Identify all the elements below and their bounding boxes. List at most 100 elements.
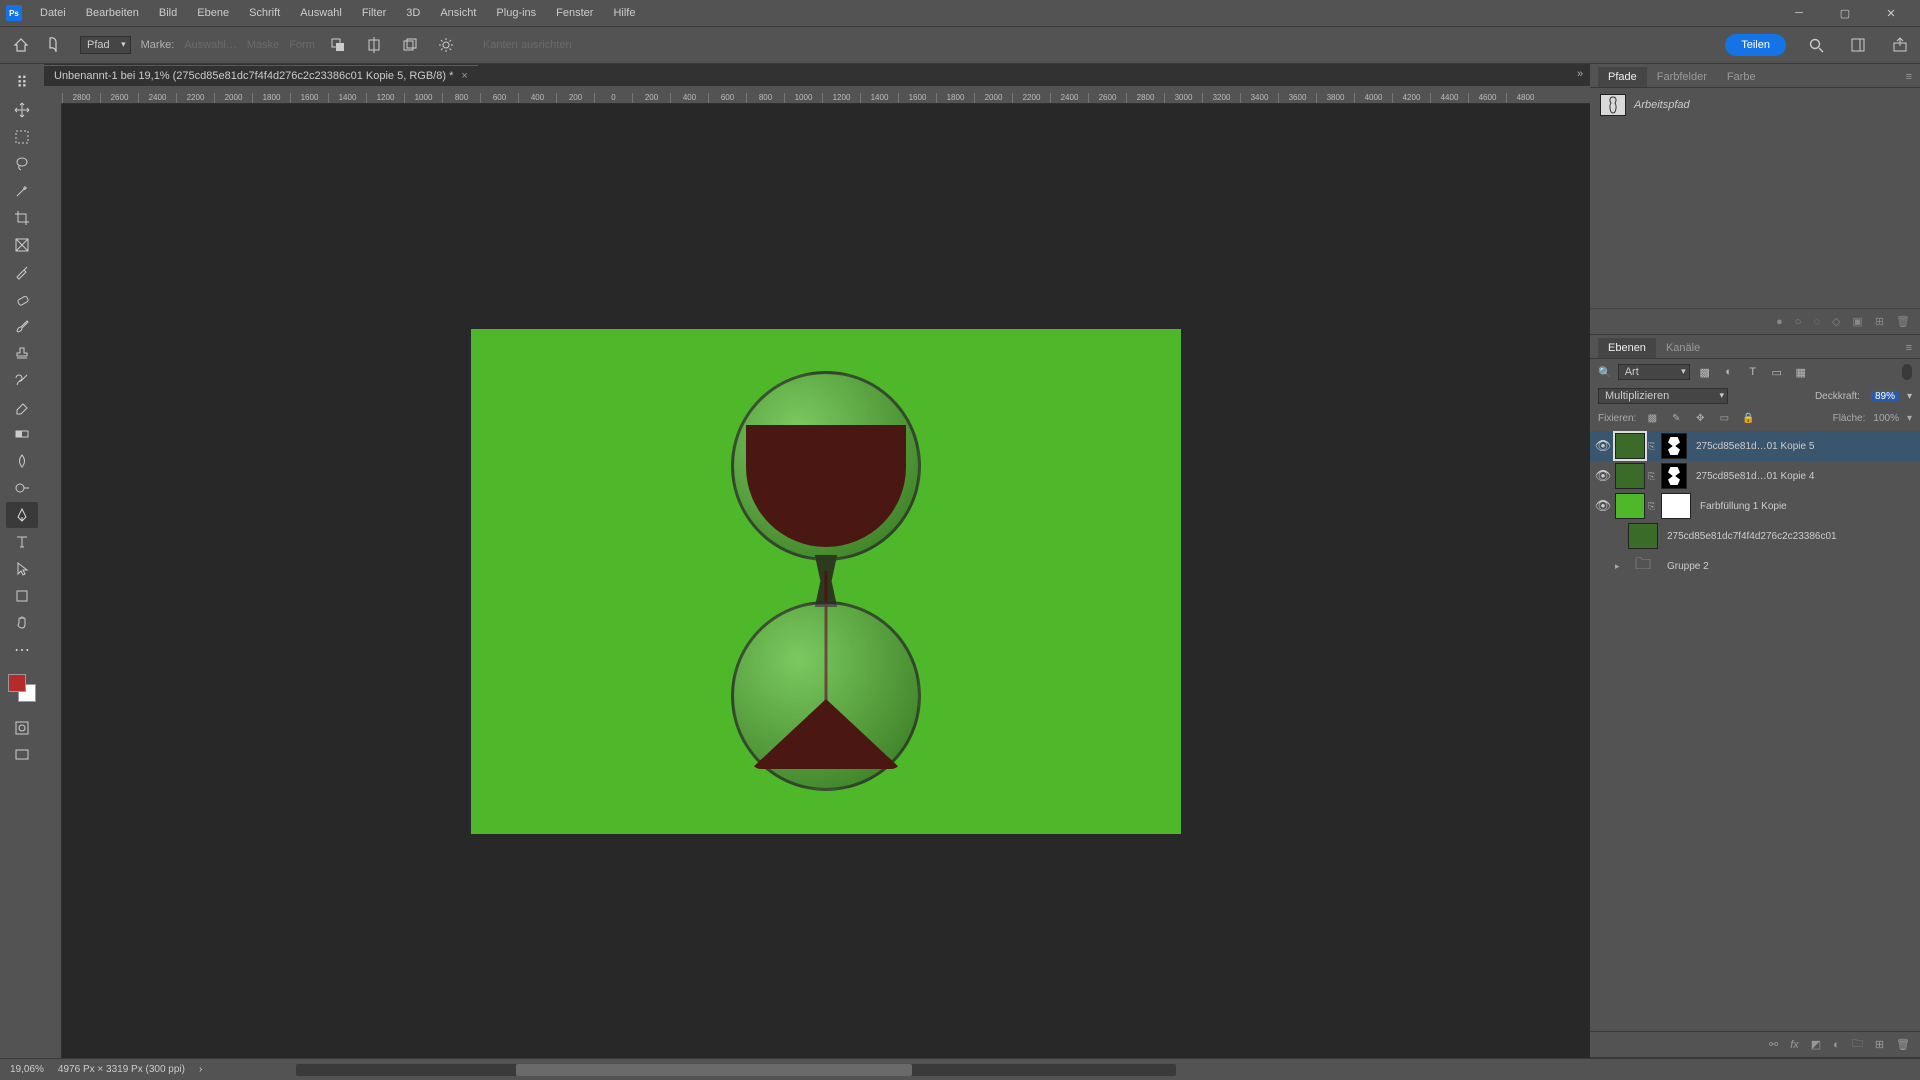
collapse-panels-icon[interactable]: » [1570, 64, 1590, 84]
link-icon[interactable]: ⎘ [1648, 441, 1658, 452]
menu-hilfe[interactable]: Hilfe [603, 3, 645, 23]
fill-value[interactable]: 100% [1873, 413, 1899, 424]
layer-name[interactable]: 275cd85e81d…01 Kopie 5 [1690, 441, 1916, 452]
pen-tool[interactable] [6, 502, 38, 528]
crop-tool[interactable] [6, 205, 38, 231]
lock-all-icon[interactable]: 🔒 [1740, 410, 1756, 426]
move-tool[interactable] [6, 97, 38, 123]
align-edges-checkbox[interactable]: Kanten ausrichten [483, 39, 572, 51]
lock-artboard-icon[interactable]: ▭ [1716, 410, 1732, 426]
dodge-tool[interactable] [6, 475, 38, 501]
fill-label[interactable]: Fläche: [1833, 413, 1866, 424]
workspaces-icon[interactable] [1846, 33, 1870, 57]
type-tool[interactable] [6, 529, 38, 555]
make-selection-button[interactable]: Auswahl… [184, 39, 237, 51]
more-tools-icon[interactable]: ⋯ [6, 637, 38, 663]
gradient-tool[interactable] [6, 421, 38, 447]
path-select-tool[interactable] [6, 556, 38, 582]
tab-farbfelder[interactable]: Farbfelder [1647, 67, 1717, 87]
visibility-toggle[interactable]: 👁 [1594, 528, 1612, 544]
viewport[interactable] [62, 104, 1590, 1058]
canvas-image[interactable] [471, 329, 1181, 834]
menu-3d[interactable]: 3D [396, 3, 430, 23]
layer-row[interactable]: 👁 ⎘ 275cd85e81d…01 Kopie 5 [1590, 431, 1920, 461]
share-export-icon[interactable] [1888, 33, 1912, 57]
path-ops-icon[interactable] [325, 32, 351, 58]
panel-menu-icon[interactable]: ≡ [1898, 67, 1920, 87]
document-tab[interactable]: Unbenannt-1 bei 19,1% (275cd85e81dc7f4f4… [44, 65, 478, 86]
menu-bild[interactable]: Bild [149, 3, 187, 23]
layer-thumbnail[interactable] [1628, 523, 1658, 549]
expand-group-icon[interactable]: ▸ [1615, 561, 1625, 572]
zoom-level[interactable]: 19,06% [10, 1064, 44, 1075]
fx-icon[interactable]: fx [1790, 1039, 1799, 1051]
lock-pixels-icon[interactable]: ▩ [1644, 410, 1660, 426]
menu-bearbeiten[interactable]: Bearbeiten [76, 3, 149, 23]
layer-name[interactable]: Farbfüllung 1 Kopie [1694, 501, 1916, 512]
layers-menu-icon[interactable]: ≡ [1898, 338, 1920, 358]
window-close-button[interactable]: ✕ [1868, 0, 1914, 26]
color-swatches[interactable] [8, 674, 36, 702]
marquee-tool[interactable] [6, 124, 38, 150]
screenmode-icon[interactable] [6, 742, 38, 768]
new-path-icon[interactable]: ⊞ [1875, 315, 1884, 328]
layer-row[interactable]: 👁 275cd85e81dc7f4f4d276c2c23386c01 [1590, 521, 1920, 551]
layer-mask-thumbnail[interactable] [1661, 433, 1687, 459]
frame-tool[interactable] [6, 232, 38, 258]
visibility-toggle[interactable]: 👁 [1594, 438, 1612, 454]
menu-datei[interactable]: Datei [30, 3, 76, 23]
lock-position-icon[interactable]: ✥ [1692, 410, 1708, 426]
menu-filter[interactable]: Filter [352, 3, 396, 23]
filter-shape-icon[interactable]: ▭ [1768, 363, 1786, 381]
visibility-toggle[interactable]: 👁 [1594, 468, 1612, 484]
pen-mode-dropdown[interactable]: Pfad [80, 36, 131, 54]
layer-name[interactable]: Gruppe 2 [1661, 561, 1916, 572]
history-brush-tool[interactable] [6, 367, 38, 393]
quickmask-icon[interactable] [6, 715, 38, 741]
fg-color-swatch[interactable] [8, 674, 26, 692]
adjustment-icon[interactable]: ◐ [1833, 1039, 1840, 1051]
fill-path-icon[interactable]: ● [1776, 316, 1783, 328]
tab-ebenen[interactable]: Ebenen [1598, 338, 1656, 358]
opacity-value[interactable]: 89% [1871, 391, 1899, 402]
opacity-chevron-icon[interactable]: ▾ [1907, 391, 1912, 402]
layer-row[interactable]: 👁 ▸ 🗀 Gruppe 2 [1590, 551, 1920, 581]
filter-smart-icon[interactable]: ▦ [1792, 363, 1810, 381]
link-icon[interactable]: ⎘ [1648, 471, 1658, 482]
new-group-icon[interactable]: 🗀 [1852, 1035, 1863, 1054]
blend-mode-dropdown[interactable]: Multiplizieren [1598, 388, 1728, 404]
shape-tool[interactable] [6, 583, 38, 609]
close-tab-icon[interactable]: × [461, 70, 467, 82]
scrollbar-thumb[interactable] [516, 1064, 912, 1076]
wand-tool[interactable] [6, 178, 38, 204]
brush-tool[interactable] [6, 313, 38, 339]
fill-chevron-icon[interactable]: ▾ [1907, 413, 1912, 424]
add-mask-icon[interactable]: ▣ [1852, 315, 1862, 328]
tab-farbe[interactable]: Farbe [1717, 67, 1766, 87]
layer-mask-thumbnail[interactable] [1661, 493, 1691, 519]
layer-thumbnail[interactable] [1615, 493, 1645, 519]
filter-type-icon[interactable]: T [1744, 363, 1762, 381]
layer-row[interactable]: 👁 ⎘ 275cd85e81d…01 Kopie 4 [1590, 461, 1920, 491]
menu-fenster[interactable]: Fenster [546, 3, 603, 23]
path-row[interactable]: Arbeitspfad [1596, 92, 1914, 118]
layer-thumbnail[interactable] [1615, 433, 1645, 459]
visibility-toggle[interactable]: 👁 [1594, 498, 1612, 514]
delete-path-icon[interactable]: 🗑 [1896, 315, 1910, 328]
layer-thumbnail[interactable] [1615, 463, 1645, 489]
menu-auswahl[interactable]: Auswahl [290, 3, 352, 23]
delete-layer-icon[interactable]: 🗑 [1896, 1038, 1910, 1051]
lasso-tool[interactable] [6, 151, 38, 177]
layer-name[interactable]: 275cd85e81d…01 Kopie 4 [1690, 471, 1916, 482]
horizontal-scrollbar[interactable] [296, 1064, 1176, 1076]
search-icon[interactable] [1804, 33, 1828, 57]
gear-icon[interactable] [433, 32, 459, 58]
tool-preset-icon[interactable] [44, 32, 70, 58]
make-shape-button[interactable]: Form [289, 39, 315, 51]
stroke-path-icon[interactable]: ○ [1795, 316, 1802, 328]
home-icon[interactable] [8, 32, 34, 58]
heal-tool[interactable] [6, 286, 38, 312]
filter-pixel-icon[interactable]: ▩ [1696, 363, 1714, 381]
hand-tool[interactable] [6, 610, 38, 636]
link-layers-icon[interactable]: ⚯ [1769, 1038, 1778, 1051]
